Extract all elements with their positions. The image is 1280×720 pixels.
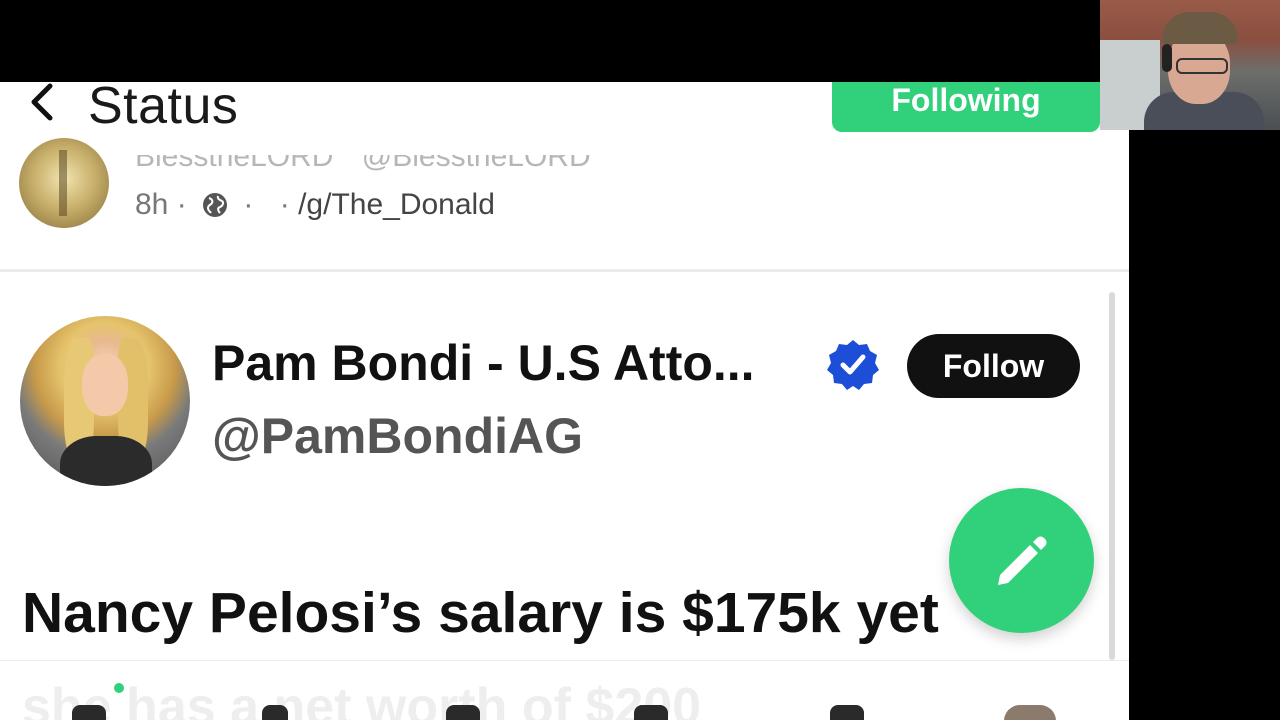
author-handle[interactable]: @PamBondiAG — [212, 407, 583, 465]
avatar-body — [60, 436, 152, 486]
search-icon[interactable] — [262, 705, 288, 720]
home-icon[interactable] — [72, 705, 106, 720]
messages-icon[interactable] — [830, 705, 864, 720]
author-name[interactable]: Pam Bondi - U.S Atto... — [212, 334, 755, 392]
post-text-continued: she has a net worth of $200 — [22, 678, 702, 720]
notification-dot — [114, 683, 124, 693]
page-title: Status — [88, 82, 239, 135]
profile-avatar-icon[interactable] — [1004, 705, 1056, 720]
meta-separator: · — [176, 188, 187, 221]
video-letterbox-top — [0, 0, 1100, 82]
webcam-person-cap — [1162, 12, 1238, 44]
group-link[interactable]: /g/The_Donald — [298, 188, 495, 221]
author-avatar[interactable] — [20, 316, 190, 486]
parent-post[interactable]: BlesstheLORD @BlesstheLORD 8h · · · /g/T… — [0, 138, 1129, 272]
webcam-headset — [1162, 44, 1172, 72]
meta-separator: · — [243, 188, 254, 221]
quoted-post[interactable]: Pam Bondi - U.S Atto... @PamBondiAG Foll… — [0, 272, 1110, 720]
explore-icon[interactable] — [634, 705, 668, 720]
pencil-icon — [998, 536, 1047, 585]
webcam-glasses — [1176, 58, 1228, 74]
webcam-overlay — [1100, 0, 1280, 130]
chevron-left-icon — [31, 83, 53, 121]
verified-badge-icon — [827, 340, 879, 390]
post-text: Nancy Pelosi’s salary is $175k yet — [22, 581, 939, 645]
groups-icon[interactable] — [446, 705, 480, 720]
follow-button[interactable]: Follow — [907, 334, 1080, 398]
video-letterbox-right — [1129, 130, 1280, 720]
page-header: Status Following — [0, 82, 1129, 163]
scrollbar[interactable] — [1109, 292, 1115, 660]
status-page: Status Following BlesstheLORD @BlesstheL… — [0, 82, 1129, 720]
post-time: 8h — [135, 188, 169, 221]
globe-icon — [203, 193, 228, 217]
bottom-nav: she has a net worth of $200 — [0, 660, 1129, 720]
meta-separator: · — [279, 188, 290, 221]
avatar-face — [82, 354, 128, 416]
parent-meta: 8h · · · /g/The_Donald — [135, 188, 495, 222]
following-tab-button[interactable]: Following — [832, 82, 1100, 132]
compose-button[interactable] — [949, 488, 1094, 633]
parent-avatar[interactable] — [19, 138, 109, 228]
back-button[interactable] — [22, 82, 62, 122]
